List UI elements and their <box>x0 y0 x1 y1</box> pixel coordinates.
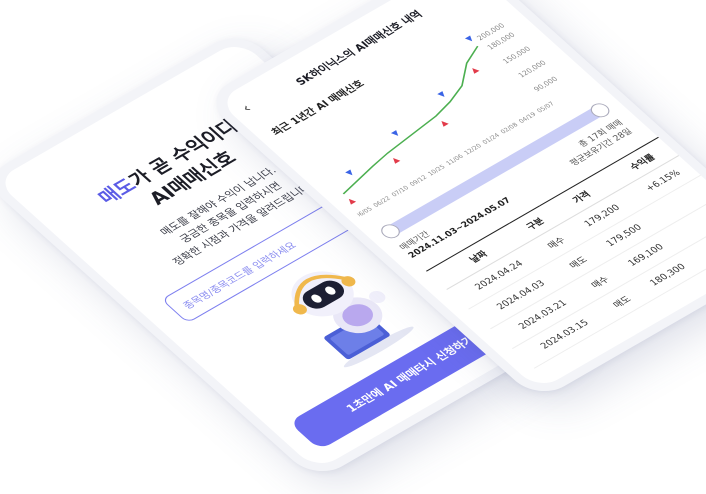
x-tick-label: 10/25 <box>427 164 447 177</box>
signal-table: 날짜 구분 가격 수익률 2024.04.24 매수 179,200 +6.15… <box>426 135 706 369</box>
stage: 매도가 곧 수익이다! AI매매신호 매도를 잘해야 수익이 납니다. 궁금한 … <box>0 0 706 494</box>
y-tick-label: 120,000 <box>516 58 548 79</box>
x-tick-label: 09/12 <box>408 174 428 187</box>
sell-signal-marker <box>390 130 399 136</box>
x-tick-label: 12/20 <box>463 143 483 156</box>
sell-signal-marker <box>464 35 473 42</box>
x-tick-label: 06/22 <box>372 195 392 208</box>
y-tick-label: 90,000 <box>532 75 560 94</box>
buy-signal-marker <box>393 158 401 164</box>
x-tick-label: 11/06 <box>445 153 465 166</box>
buy-signal-marker <box>348 198 357 205</box>
buy-signal-marker <box>472 68 480 74</box>
x-tick-label: 05/07 <box>536 101 556 114</box>
buy-signal-marker <box>441 120 449 127</box>
x-tick-label: 06/05 <box>354 206 374 219</box>
x-tick-label: 01/24 <box>481 132 501 145</box>
x-tick-label: 04/19 <box>518 111 538 124</box>
sell-signal-marker <box>345 169 353 176</box>
y-tick-label: 150,000 <box>501 44 533 65</box>
signal-chart: 90,000120,000150,000180,000200,00006/050… <box>342 21 560 219</box>
x-tick-label: 02/08 <box>499 122 519 135</box>
sell-signal-marker <box>437 91 445 97</box>
x-tick-label: 07/10 <box>390 185 410 198</box>
